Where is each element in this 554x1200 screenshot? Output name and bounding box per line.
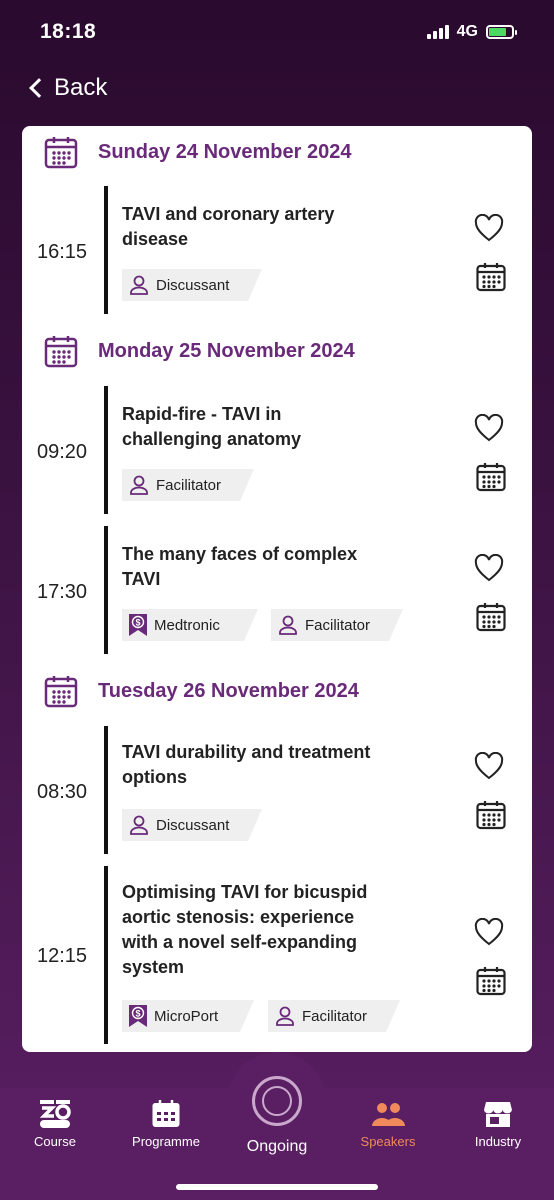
tag-label: Discussant (156, 276, 230, 294)
date-label: Monday 25 November 2024 (98, 339, 355, 362)
add-to-calendar-icon[interactable] (476, 602, 506, 632)
people-icon (338, 1096, 438, 1132)
title-line: TAVI and coronary artery (122, 204, 335, 224)
heart-icon[interactable] (474, 752, 504, 780)
title-line: options (122, 767, 187, 787)
tab-course[interactable]: Course (5, 1096, 105, 1149)
tab-label: Industry (474, 1134, 522, 1149)
session-divider (104, 726, 108, 854)
title-line: with a novel self-expanding (122, 932, 358, 952)
session-row[interactable]: 09:20 Rapid-fire - TAVI in challenging a… (22, 386, 532, 516)
tab-speakers[interactable]: Speakers (338, 1096, 438, 1149)
session-row[interactable]: 12:15 Optimising TAVI for bicuspid aorti… (22, 866, 532, 1046)
store-icon (448, 1096, 548, 1132)
heart-icon[interactable] (474, 414, 504, 442)
tag-label: Medtronic (154, 616, 220, 634)
title-line: Rapid-fire - TAVI in (122, 404, 282, 424)
tab-label: Course (34, 1134, 76, 1149)
session-row[interactable]: 16:15 TAVI and coronary artery disease D… (22, 186, 532, 316)
title-line: TAVI durability and treatment (122, 742, 371, 762)
status-bar: 18:18 4G (0, 0, 554, 64)
calendar-icon (116, 1096, 216, 1132)
role-tag: Discussant (122, 809, 262, 841)
calendar-icon (44, 336, 78, 368)
person-icon (128, 274, 150, 296)
ongoing-icon[interactable] (252, 1076, 302, 1126)
role-tag: Facilitator (122, 469, 254, 501)
svg-text:$: $ (135, 1009, 140, 1019)
back-label: Back (54, 74, 108, 101)
session-title[interactable]: Rapid-fire - TAVI in challenging anatomy (122, 402, 452, 452)
add-to-calendar-icon[interactable] (476, 462, 506, 492)
session-title[interactable]: TAVI and coronary artery disease (122, 202, 452, 252)
sponsor-icon: $ (128, 1004, 148, 1028)
session-divider (104, 386, 108, 514)
add-to-calendar-icon[interactable] (476, 262, 506, 292)
add-to-calendar-icon[interactable] (476, 966, 506, 996)
tab-label: Programme (132, 1134, 200, 1149)
heart-icon[interactable] (474, 214, 504, 242)
date-label: Tuesday 26 November 2024 (98, 679, 359, 702)
person-icon (128, 474, 150, 496)
status-indicators: 4G (426, 23, 517, 41)
schedule-card: Sunday 24 November 2024 16:15 TAVI and c… (22, 126, 532, 1052)
date-label: Sunday 24 November 2024 (98, 140, 352, 163)
signal-icon (426, 25, 449, 39)
tab-label: Speakers (360, 1134, 416, 1149)
course-logo-icon (5, 1096, 105, 1132)
title-line: system (122, 957, 185, 977)
tag-label: Facilitator (302, 1007, 368, 1025)
heart-icon[interactable] (474, 554, 504, 582)
session-title[interactable]: The many faces of complex TAVI (122, 542, 452, 592)
title-line: Optimising TAVI for bicuspid (122, 882, 368, 902)
calendar-icon (44, 137, 78, 169)
battery-icon (486, 25, 517, 39)
role-tag: Facilitator (271, 609, 403, 641)
tab-ongoing[interactable]: Ongoing (227, 1138, 327, 1156)
tag-label: Facilitator (305, 616, 371, 634)
session-divider (104, 186, 108, 314)
calendar-icon (44, 676, 78, 708)
title-line: challenging anatomy (122, 429, 302, 449)
status-time: 18:18 (40, 20, 97, 43)
session-time: 12:15 (36, 945, 88, 967)
session-time: 17:30 (36, 581, 88, 603)
role-tag: Facilitator (268, 1000, 400, 1032)
person-icon (277, 614, 299, 636)
session-divider (104, 866, 108, 1044)
person-icon (274, 1005, 296, 1027)
sponsor-tag[interactable]: $ MicroPort (122, 1000, 254, 1032)
session-title[interactable]: TAVI durability and treatment options (122, 740, 452, 790)
session-time: 16:15 (36, 241, 88, 263)
tab-programme[interactable]: Programme (116, 1096, 216, 1149)
chevron-left-icon (29, 78, 49, 98)
tag-label: Discussant (156, 816, 230, 834)
home-indicator (176, 1184, 378, 1190)
session-time: 09:20 (36, 441, 88, 463)
back-button[interactable]: Back (26, 74, 107, 102)
sponsor-tag[interactable]: $ Medtronic (122, 609, 258, 641)
date-header: Sunday 24 November 2024 (22, 132, 532, 172)
title-line: disease (122, 229, 189, 249)
person-icon (128, 814, 150, 836)
heart-icon[interactable] (474, 918, 504, 946)
tab-industry[interactable]: Industry (448, 1096, 548, 1149)
session-divider (104, 526, 108, 654)
role-tag: Discussant (122, 269, 262, 301)
add-to-calendar-icon[interactable] (476, 800, 506, 830)
date-header: Monday 25 November 2024 (22, 331, 532, 371)
title-line: The many faces of complex (122, 544, 358, 564)
title-line: TAVI (122, 569, 161, 589)
session-row[interactable]: 17:30 The many faces of complex TAVI $ M… (22, 526, 532, 656)
session-title[interactable]: Optimising TAVI for bicuspid aortic sten… (122, 880, 452, 980)
title-line: aortic stenosis: experience (122, 907, 355, 927)
sponsor-icon: $ (128, 613, 148, 637)
session-time: 08:30 (36, 781, 88, 803)
session-row[interactable]: 08:30 TAVI durability and treatment opti… (22, 726, 532, 856)
network-label: 4G (456, 23, 478, 40)
svg-text:$: $ (135, 618, 140, 628)
date-header: Tuesday 26 November 2024 (22, 671, 532, 711)
tag-label: Facilitator (156, 476, 222, 494)
tag-label: MicroPort (154, 1007, 219, 1025)
